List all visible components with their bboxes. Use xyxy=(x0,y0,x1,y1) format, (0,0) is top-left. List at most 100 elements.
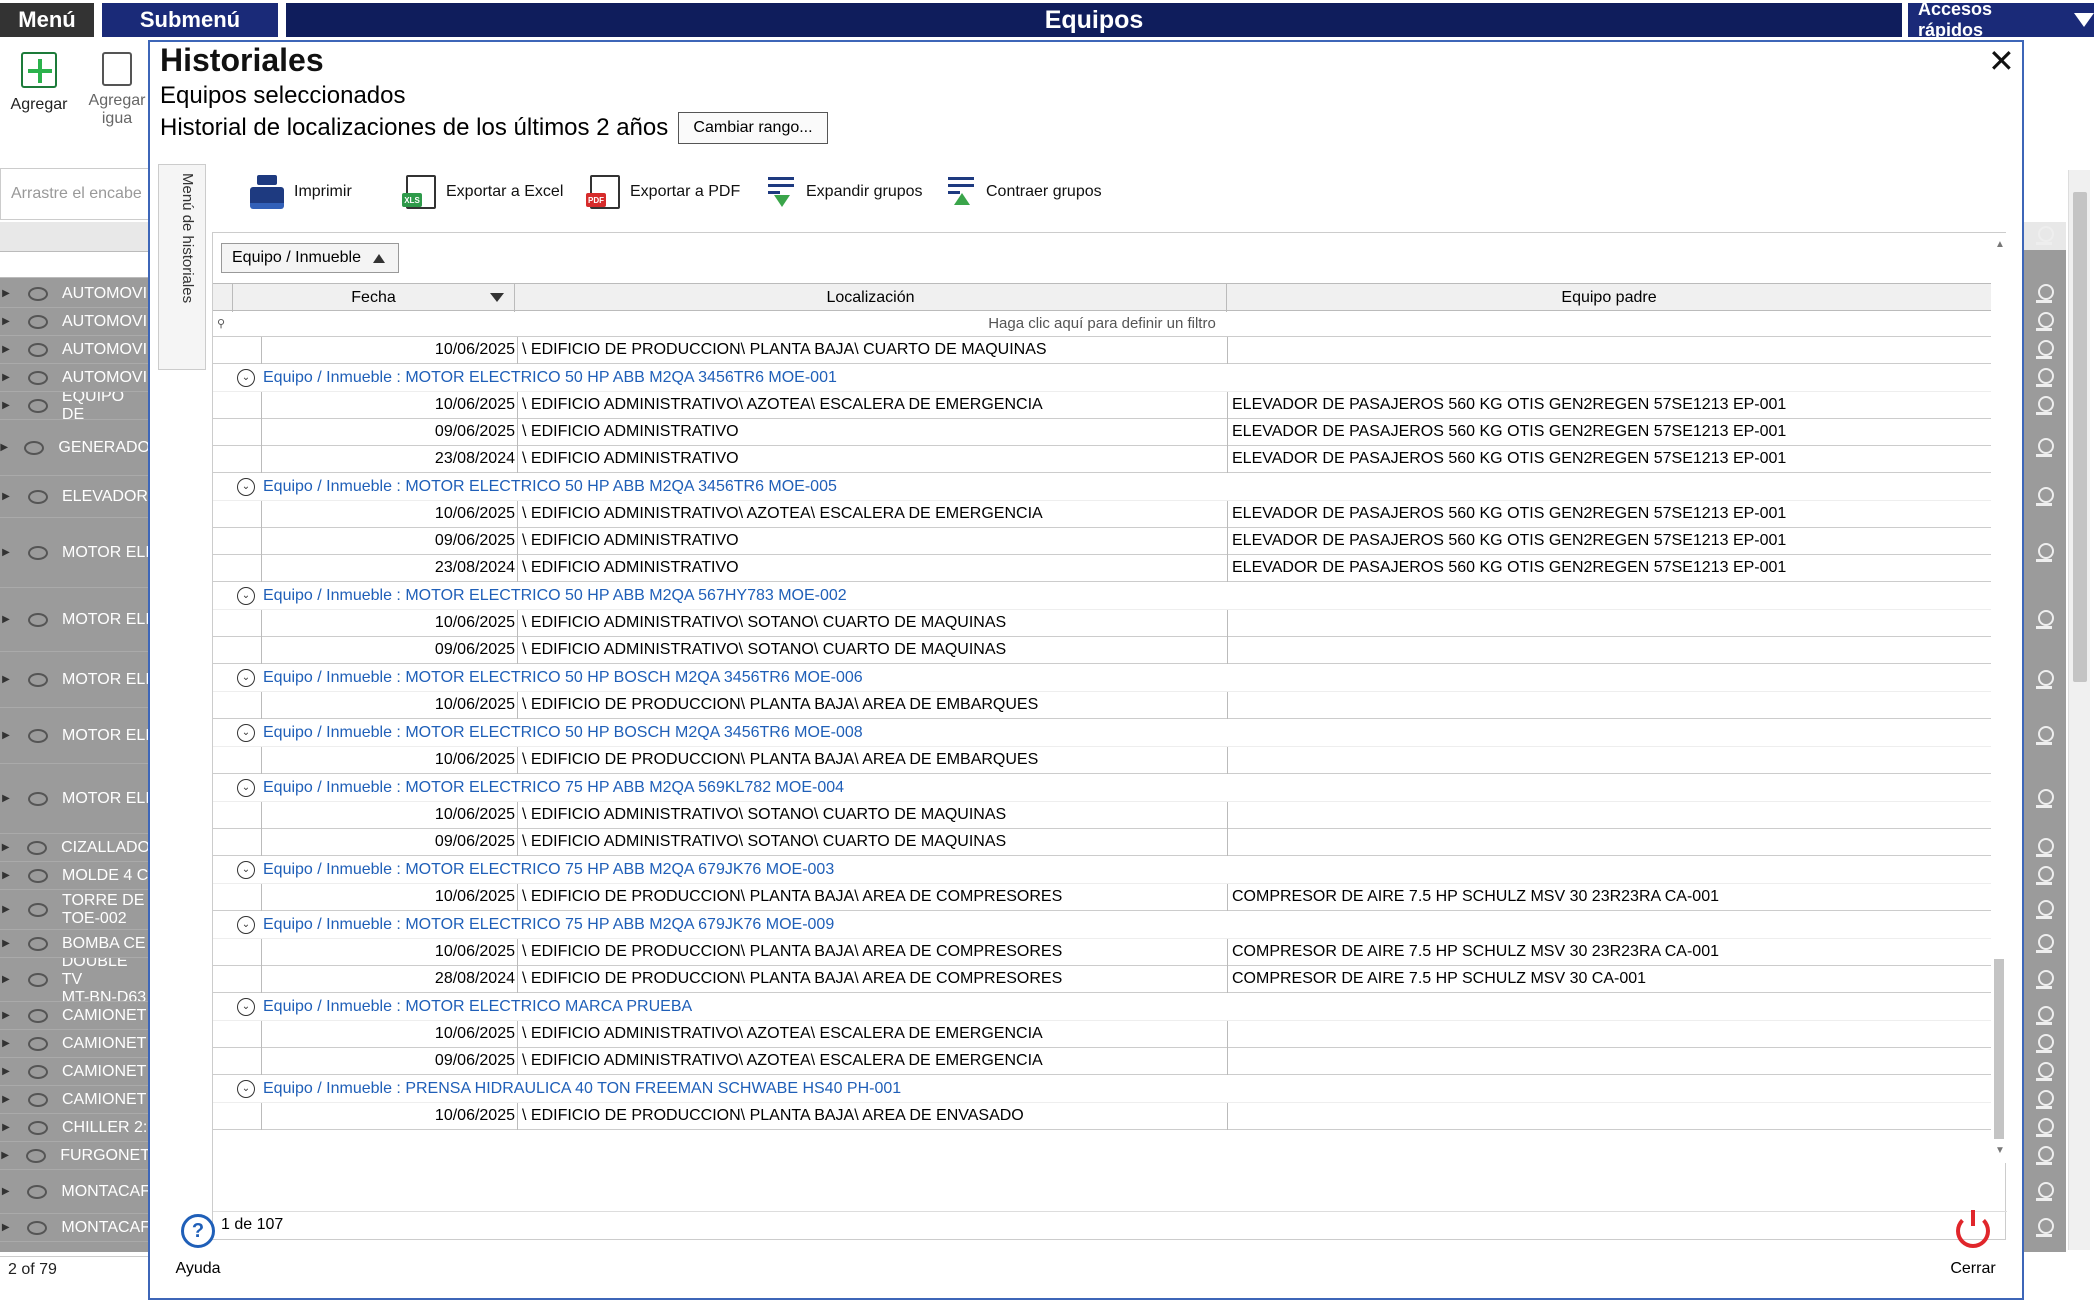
equipment-row[interactable]: ▶ TORRE DE TOE-002 xyxy=(0,890,150,930)
location-pin-icon[interactable] xyxy=(2036,670,2054,690)
table-row[interactable]: 10/06/2025 \ EDIFICIO DE PRODUCCION\ PLAN… xyxy=(213,692,1991,719)
expand-row-icon[interactable]: ▶ xyxy=(0,614,12,625)
location-pin-icon[interactable] xyxy=(2036,396,2054,416)
collapse-group-icon[interactable]: ⌄ xyxy=(237,915,255,934)
expand-row-icon[interactable]: ▶ xyxy=(0,1150,10,1161)
collapse-group-icon[interactable]: ⌄ xyxy=(237,723,255,742)
equipment-row[interactable]: ▶ CAMIONET xyxy=(0,1086,150,1114)
location-column-header[interactable] xyxy=(2022,222,2066,250)
collapse-group-icon[interactable]: ⌄ xyxy=(237,477,255,496)
print-button[interactable]: Imprimir xyxy=(250,170,352,214)
view-icon[interactable] xyxy=(28,342,48,357)
location-pin-icon[interactable] xyxy=(2036,1118,2054,1138)
view-icon[interactable] xyxy=(28,1064,48,1079)
view-icon[interactable] xyxy=(27,1184,48,1199)
table-row[interactable]: 23/08/2024 \ EDIFICIO ADMINISTRATIVO ELEVA… xyxy=(213,555,1991,582)
view-icon[interactable] xyxy=(28,728,48,743)
collapse-group-icon[interactable]: ⌄ xyxy=(237,368,255,387)
close-icon[interactable]: ✕ xyxy=(1988,42,2015,80)
history-menu-tab[interactable]: Menú de historiales xyxy=(158,164,206,370)
group-row[interactable]: ⌄ Equipo / Inmueble : MOTOR ELECTRICO 50 … xyxy=(213,719,1991,747)
table-row[interactable]: 10/06/2025 \ EDIFICIO ADMINISTRATIVO\ SOT… xyxy=(213,610,1991,637)
table-row[interactable]: 10/06/2025 \ EDIFICIO DE PRODUCCION\ PLAN… xyxy=(213,1103,1991,1130)
expand-row-icon[interactable]: ▶ xyxy=(0,288,12,299)
equipment-row[interactable]: ▶ CAMIONET xyxy=(0,1002,150,1030)
scroll-up-icon[interactable]: ▲ xyxy=(1995,239,2005,250)
table-row[interactable]: 09/06/2025 \ EDIFICIO ADMINISTRATIVO\ SOT… xyxy=(213,637,1991,664)
view-icon[interactable] xyxy=(28,612,48,627)
location-column-header[interactable]: Localización xyxy=(515,284,1227,312)
group-row[interactable]: ⌄ Equipo / Inmueble : MOTOR ELECTRICO 50 … xyxy=(213,582,1991,610)
equipment-row[interactable]: ▶ MOLDE 4 C xyxy=(0,862,150,890)
table-row[interactable]: 10/06/2025 \ EDIFICIO DE PRODUCCION\ PLAN… xyxy=(213,337,1991,364)
close-button[interactable]: Cerrar xyxy=(1938,1210,2008,1278)
equipment-row[interactable]: ▶ CIZALLADO xyxy=(0,834,150,862)
collapse-group-icon[interactable]: ⌄ xyxy=(237,586,255,605)
equipment-row[interactable]: ▶ AUTOMOVI xyxy=(0,336,150,364)
expand-row-icon[interactable]: ▶ xyxy=(0,1122,12,1133)
table-row[interactable]: 10/06/2025 \ EDIFICIO ADMINISTRATIVO\ AZO… xyxy=(213,501,1991,528)
location-pin-icon[interactable] xyxy=(2036,1090,2054,1110)
grid-filter-row[interactable] xyxy=(0,252,150,278)
scroll-down-icon[interactable]: ▼ xyxy=(1995,1145,2005,1156)
table-row[interactable]: 09/06/2025 \ EDIFICIO ADMINISTRATIVO ELEVA… xyxy=(213,419,1991,446)
group-row[interactable]: ⌄ Equipo / Inmueble : MOTOR ELECTRICO 50 … xyxy=(213,364,1991,392)
view-icon[interactable] xyxy=(28,1008,48,1023)
equipment-row[interactable]: ▶ BOMBA CE xyxy=(0,930,150,958)
scrollbar-thumb[interactable] xyxy=(1994,959,2004,1139)
expand-row-icon[interactable]: ▶ xyxy=(0,793,12,804)
expand-row-icon[interactable]: ▶ xyxy=(0,730,12,741)
group-row[interactable]: ⌄ Equipo / Inmueble : PRENSA HIDRAULICA 4… xyxy=(213,1075,1991,1103)
equipment-row[interactable]: ▶ FURGONET xyxy=(0,1142,150,1170)
grid-scrollbar[interactable]: ▲ ▼ xyxy=(1991,233,2007,1163)
location-pin-icon[interactable] xyxy=(2036,1218,2054,1238)
group-row[interactable]: ⌄ Equipo / Inmueble : MOTOR ELECTRICO 75 … xyxy=(213,856,1991,884)
location-pin-icon[interactable] xyxy=(2036,934,2054,954)
expand-row-icon[interactable]: ▶ xyxy=(0,1010,12,1021)
group-row[interactable]: ⌄ Equipo / Inmueble : MOTOR ELECTRICO 50 … xyxy=(213,664,1991,692)
equipment-row[interactable]: ▶ AUTOMOVI xyxy=(0,308,150,336)
collapse-group-icon[interactable]: ⌄ xyxy=(237,997,255,1016)
expand-row-icon[interactable]: ▶ xyxy=(0,938,12,949)
equipment-row[interactable]: ▶ GENERADO xyxy=(0,420,150,476)
table-row[interactable]: 10/06/2025 \ EDIFICIO ADMINISTRATIVO\ AZO… xyxy=(213,1021,1991,1048)
equipment-row[interactable]: ▶ ELEVADOR xyxy=(0,476,150,518)
expand-row-icon[interactable]: ▶ xyxy=(0,1222,11,1233)
group-by-chip[interactable]: Equipo / Inmueble xyxy=(221,243,399,273)
view-icon[interactable] xyxy=(28,286,48,301)
view-icon[interactable] xyxy=(27,972,48,987)
menu-button[interactable]: Menú xyxy=(0,3,94,37)
equipment-row[interactable]: ▶ MONTACAF xyxy=(0,1170,150,1214)
view-icon[interactable] xyxy=(26,1148,47,1163)
view-icon[interactable] xyxy=(28,489,48,504)
view-icon[interactable] xyxy=(28,1120,48,1135)
location-pin-icon[interactable] xyxy=(2036,312,2054,332)
expand-row-icon[interactable]: ▶ xyxy=(0,344,12,355)
location-pin-icon[interactable] xyxy=(2036,1182,2054,1202)
location-pin-icon[interactable] xyxy=(2036,340,2054,360)
add-button[interactable]: Agregar xyxy=(4,52,74,114)
equipment-row[interactable]: ▶ MOTOR ELI xyxy=(0,652,150,708)
quick-access-button[interactable]: Accesos rápidos xyxy=(1908,0,2094,40)
equipment-row[interactable]: ▶ CHILLER 2: xyxy=(0,1114,150,1142)
collapse-group-icon[interactable]: ⌄ xyxy=(237,860,255,879)
view-icon[interactable] xyxy=(28,868,48,883)
parent-column-header[interactable]: Equipo padre xyxy=(1227,284,1991,312)
table-row[interactable]: 10/06/2025 \ EDIFICIO DE PRODUCCION\ PLAN… xyxy=(213,884,1991,911)
expand-row-icon[interactable]: ▶ xyxy=(0,974,12,985)
expand-row-icon[interactable]: ▶ xyxy=(0,1094,12,1105)
view-icon[interactable] xyxy=(28,314,48,329)
location-pin-icon[interactable] xyxy=(2036,284,2054,304)
export-pdf-button[interactable]: PDF Exportar a PDF xyxy=(586,170,740,214)
expand-row-icon[interactable]: ▶ xyxy=(0,491,12,502)
expand-row-icon[interactable]: ▶ xyxy=(0,316,12,327)
expand-row-icon[interactable]: ▶ xyxy=(0,1038,12,1049)
location-pin-icon[interactable] xyxy=(2036,838,2054,858)
view-icon[interactable] xyxy=(28,370,48,385)
table-row[interactable]: 28/08/2024 \ EDIFICIO DE PRODUCCION\ PLAN… xyxy=(213,966,1991,993)
view-icon[interactable] xyxy=(27,1220,48,1235)
group-row[interactable]: ⌄ Equipo / Inmueble : MOTOR ELECTRICO 50 … xyxy=(213,473,1991,501)
equipment-row[interactable]: ▶ MOTOR ELI xyxy=(0,518,150,588)
view-icon[interactable] xyxy=(28,545,48,560)
equipment-row[interactable]: ▶ CAMIONET xyxy=(0,1058,150,1086)
